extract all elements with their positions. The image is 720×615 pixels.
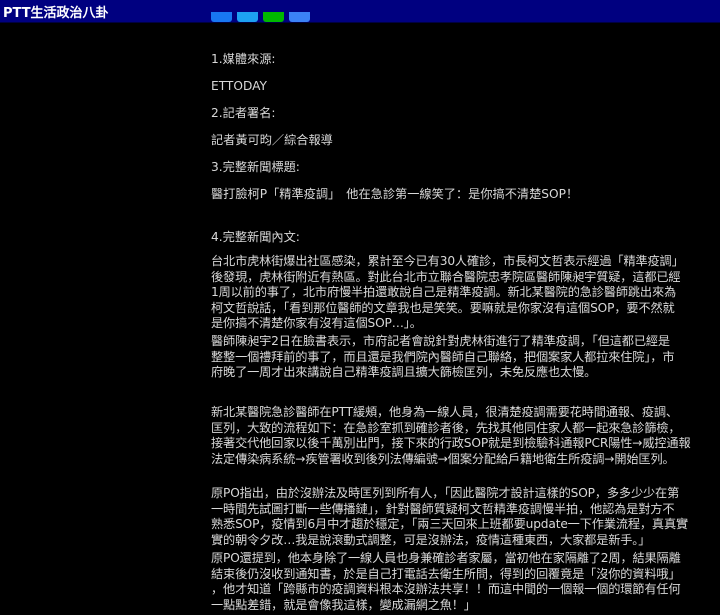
paragraph-line: 原PO指出，由於沒辦法及時匡列到所有人，「因此醫院才設計這樣的SOP，多多少少在… bbox=[211, 486, 680, 500]
paragraph-line: 是你搞不清楚你家有沒有這個SOP…」。 bbox=[211, 316, 422, 330]
paragraph-line: 結束後仍沒收到通知書，於是自己打電話去衛生所問，得到的回覆竟是「沒你的資料哦」 bbox=[211, 566, 681, 581]
article-paragraph: 新北某醫院急診醫師在PTT緩頰，他身為一線人員，很清楚疫調需要花時間通報、疫調、… bbox=[211, 405, 703, 467]
paragraph-line: 新北某醫院急診醫師在PTT緩頰，他身為一線人員，很清楚疫調需要花時間通報、疫調、 bbox=[211, 405, 678, 419]
paragraph-line: 府晚了一周才出來講說自己精準疫調且擴大篩檢匡列，未免反應也太慢。 bbox=[211, 365, 597, 379]
line-share-button[interactable] bbox=[263, 12, 284, 22]
paragraph-line: 原PO還提到，他本身除了一線人員也身兼確診者家屬，當初他在家隔離了2周，結果隔離 bbox=[211, 551, 681, 565]
facebook-share-button[interactable] bbox=[211, 12, 232, 22]
paragraph-line: 一點點差錯，就是會像我這樣，變成漏網之魚！」 bbox=[211, 597, 476, 612]
section-4-heading: 4.完整新聞內文: bbox=[211, 230, 300, 244]
board-title[interactable]: PTT生活政治八卦 bbox=[3, 2, 109, 21]
paragraph-line: 後發現，虎林街附近有熱區。對此台北市立聯合醫院忠孝院區醫師陳昶宇質疑，這都已經 bbox=[211, 269, 681, 284]
paragraph-line: 1周以前的事了，北市府慢半拍還敢說自己是精準疫調。新北某醫院的急診醫師跳出來為 bbox=[211, 285, 677, 299]
section-3-heading: 3.完整新聞標題: bbox=[211, 160, 300, 174]
reporter-name: 記者黃可昀／綜合報導 bbox=[211, 133, 333, 147]
article-paragraph: 醫師陳昶宇2日在臉書表示，市府記者會說針對虎林街進行了精準疫調，「但這都已經是 … bbox=[211, 334, 703, 381]
article-paragraph: 台北市虎林街爆出社區感染，累計至今已有30人確診，市長柯文哲表示經過「精準疫調」… bbox=[211, 254, 703, 332]
news-headline: 醫打臉柯P「精準疫調」 他在急診第一線笑了：是你搞不清楚SOP！ bbox=[211, 187, 579, 201]
copy-link-share-button[interactable] bbox=[289, 12, 310, 22]
article-paragraph: 原PO指出，由於沒辦法及時匡列到所有人，「因此醫院才設計這樣的SOP，多多少少在… bbox=[211, 486, 703, 548]
paragraph-line: 實的朝令夕改…我是說滾動式調整，可是沒辦法，疫情這種東西，大家都是新手。」 bbox=[211, 532, 651, 547]
article-paragraph: 原PO還提到，他本身除了一線人員也身兼確診者家屬，當初他在家隔離了2周，結果隔離… bbox=[211, 551, 703, 613]
paragraph-line: 匡列，大致的流程如下：在急診室抓到確診者後，先找其他同住家人都一起來急診篩檢， bbox=[211, 420, 681, 435]
paragraph-line: 熟悉SOP，疫情到6月中才趨於穩定，「兩三天回來上班都要update一下作業流程… bbox=[211, 517, 689, 531]
paragraph-line: 台北市虎林街爆出社區感染，累計至今已有30人確診，市長柯文哲表示經過「精準疫調」 bbox=[211, 254, 684, 268]
paragraph-line: 法定傳染病系統→疾管署收到後列法傳編號→個案分配給戶籍地衛生所疫調→開始匡列。 bbox=[211, 451, 675, 466]
paragraph-line: 接著交代他回家以後千萬別出門，接下來的行政SOP就是到檢驗科通報PCR陽性→威控… bbox=[211, 436, 691, 450]
paragraph-line: 柯文哲說話，「看到那位醫師的文章我也是笑笑。要嘛就是你家沒有這個SOP，要不然就 bbox=[211, 300, 675, 315]
section-2-heading: 2.記者署名: bbox=[211, 106, 276, 120]
section-1-heading: 1.媒體來源: bbox=[211, 52, 276, 66]
paragraph-line: 醫師陳昶宇2日在臉書表示，市府記者會說針對虎林街進行了精準疫調，「但這都已經是 bbox=[211, 334, 670, 348]
paragraph-line: 整整一個禮拜前的事了，而且還是我們院內醫師自己聯絡，把個案家人都拉來住院」，市 bbox=[211, 349, 675, 364]
twitter-share-button[interactable] bbox=[237, 12, 258, 22]
media-source: ETTODAY bbox=[211, 79, 267, 93]
paragraph-line: 一時間先試圖打斷一些傳播鏈」，針對醫師質疑柯文哲精準疫調慢半拍，他認為是對方不 bbox=[211, 501, 675, 516]
paragraph-line: ，他才知道「跨縣市的疫調資料根本沒辦法共享！！而這中間的一個報一個的環節有任何 bbox=[211, 582, 681, 596]
top-bar: PTT生活政治八卦 bbox=[0, 0, 720, 23]
